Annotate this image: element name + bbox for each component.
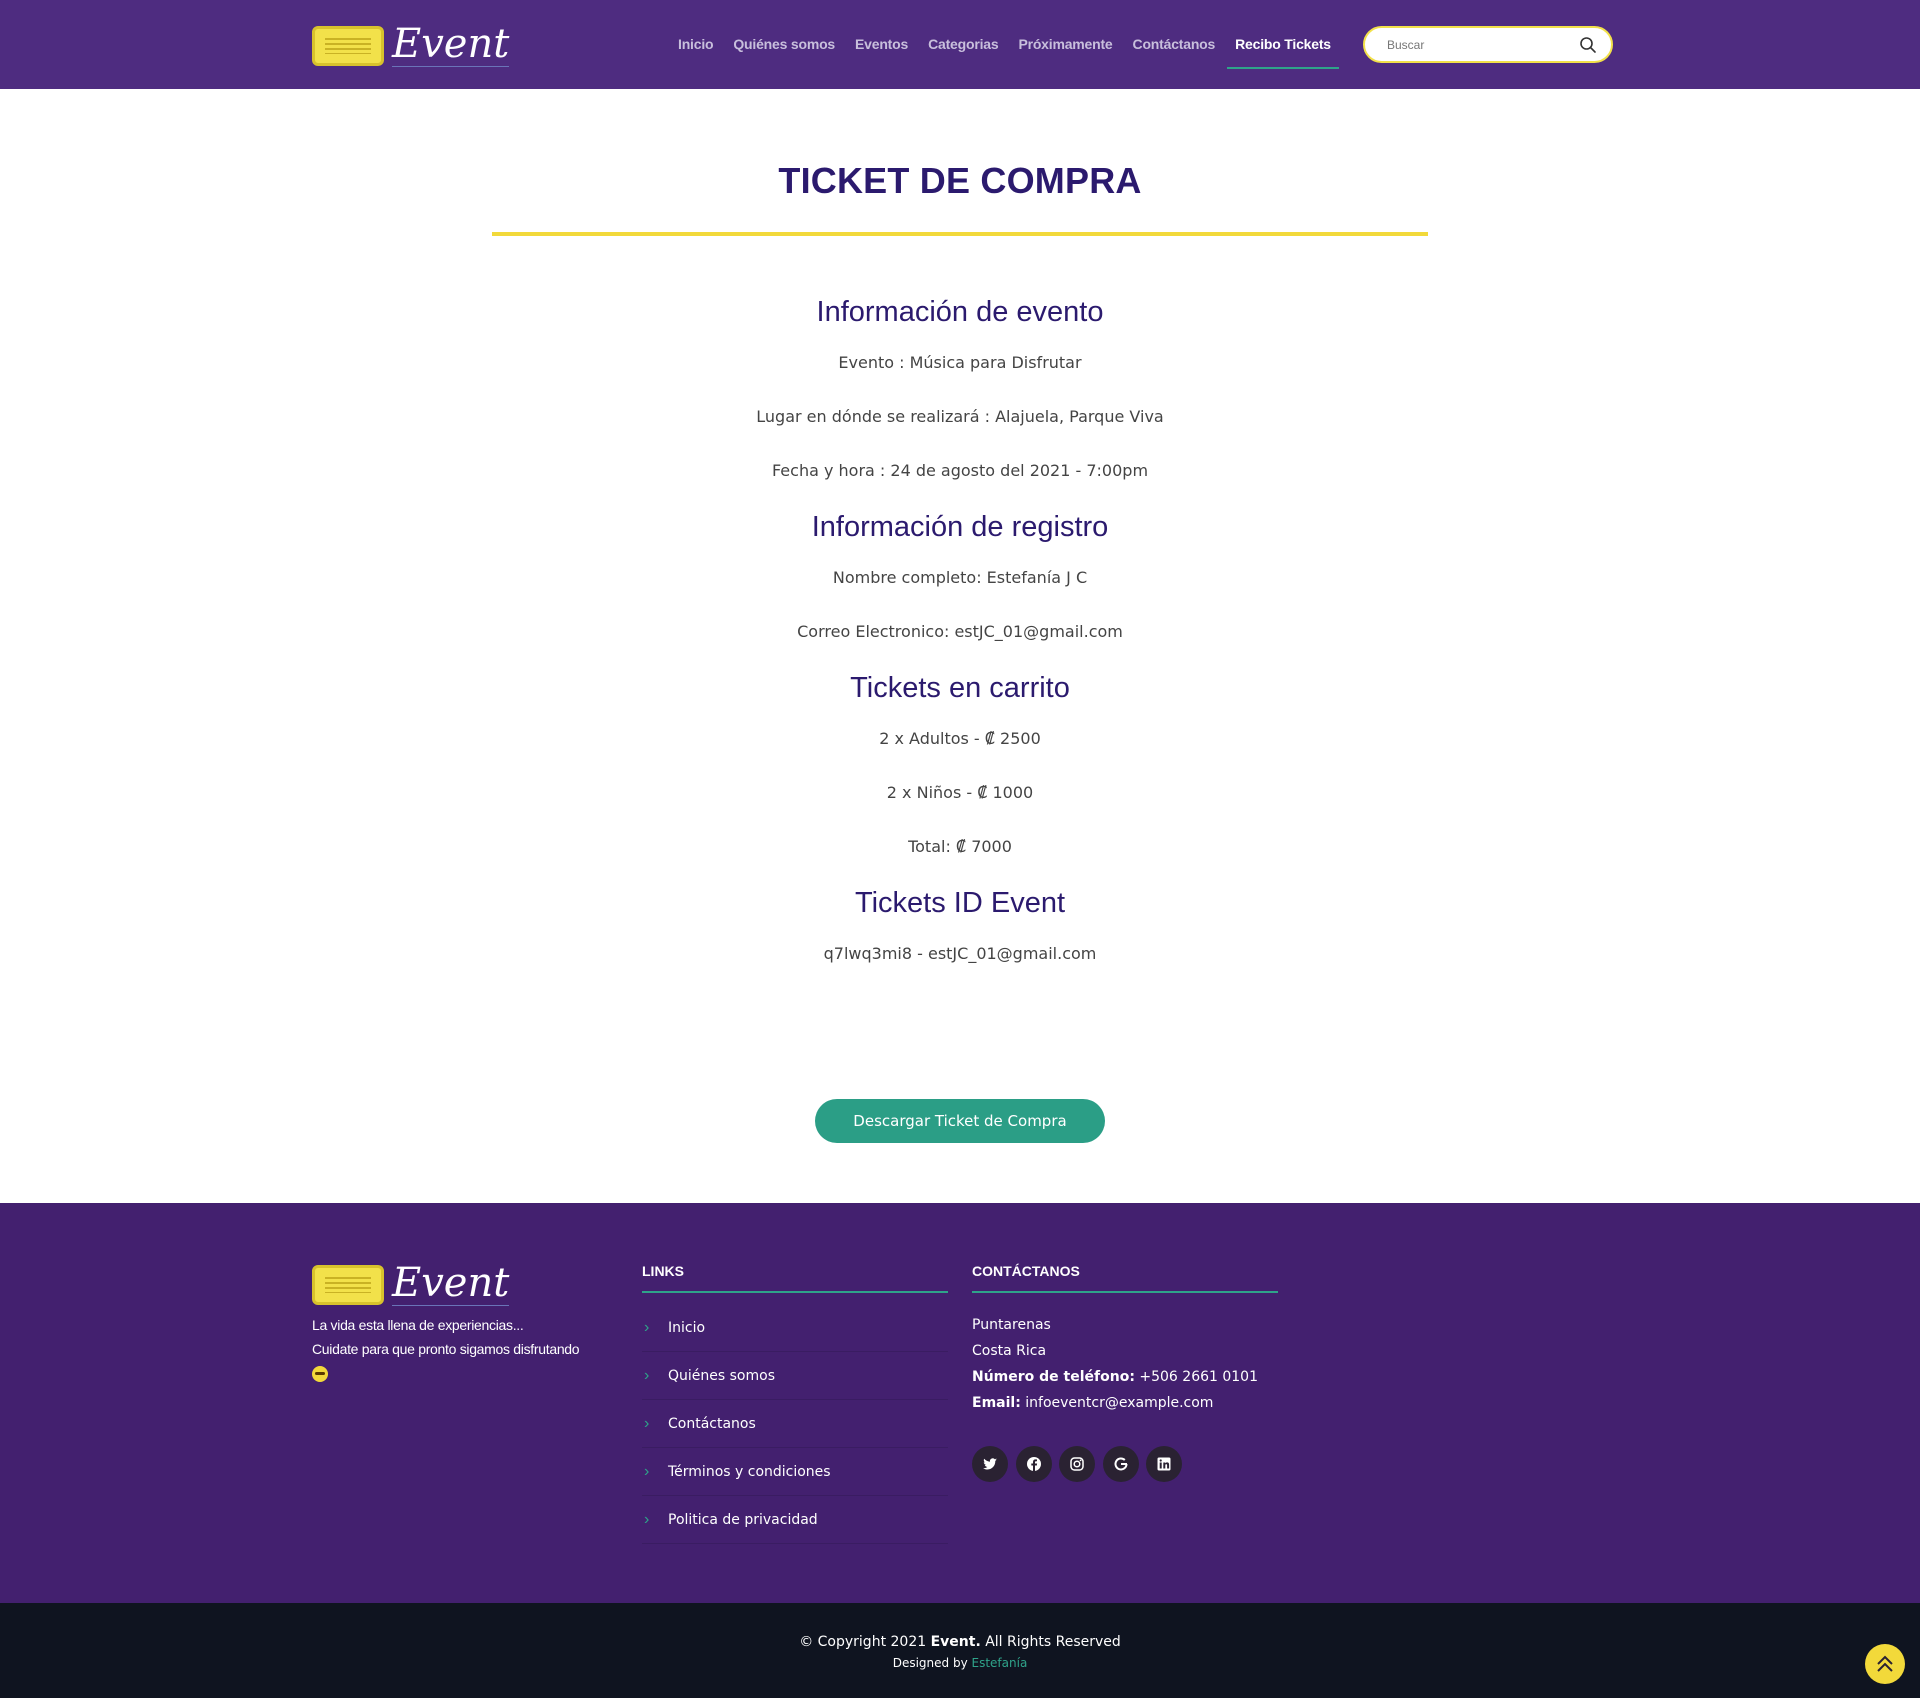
- designed-by-label: Designed by: [892, 1656, 968, 1670]
- nav-proximamente[interactable]: Próximamente: [1008, 0, 1122, 89]
- grinning-emoji-icon: [312, 1366, 328, 1383]
- nav-eventos[interactable]: Eventos: [845, 0, 918, 89]
- registrant-name: Nombre completo: Estefanía J C: [832, 568, 1088, 587]
- back-to-top-button[interactable]: [1865, 1644, 1905, 1684]
- footer-link-label: Inicio: [668, 1319, 706, 1336]
- footer-link-contactanos[interactable]: › Contáctanos: [642, 1400, 948, 1448]
- copyright: © Copyright 2021 Event. All Rights Reser…: [0, 1634, 1920, 1650]
- nav-quienes-somos[interactable]: Quiénes somos: [723, 0, 845, 89]
- nav-contactanos[interactable]: Contáctanos: [1123, 0, 1226, 89]
- registrant-email: Correo Electronico: estJC_01@gmail.com: [797, 622, 1123, 641]
- twitter-icon[interactable]: [972, 1446, 1008, 1482]
- chevron-right-icon: ›: [644, 1510, 650, 1528]
- contact-country: Costa Rica: [972, 1343, 1047, 1359]
- facebook-icon[interactable]: [1016, 1446, 1052, 1482]
- cart-total: Total: ₡ 7000: [908, 837, 1012, 856]
- event-name: Evento : Música para Disfrutar: [838, 353, 1082, 372]
- cart-item-adults: 2 x Adultos - ₡ 2500: [879, 729, 1041, 748]
- footer-logo-text: Event: [392, 1260, 510, 1306]
- search-input[interactable]: [1365, 37, 1565, 52]
- tagline-line-2: Cuidate para que pronto sigamos disfruta…: [312, 1341, 580, 1357]
- footer-link-inicio[interactable]: › Inicio: [642, 1304, 948, 1352]
- ticket-logo-icon: [312, 25, 384, 66]
- designer-link[interactable]: Estefanía: [972, 1656, 1028, 1670]
- cart-heading: Tickets en carrito: [850, 672, 1070, 704]
- copyright-prefix: © Copyright 2021: [799, 1634, 927, 1650]
- contact-phone: Número de teléfono: +506 2661 0101: [972, 1369, 1258, 1385]
- title-divider: [492, 232, 1428, 236]
- ticket-id: q7lwq3mi8 - estJC_01@gmail.com: [823, 944, 1097, 963]
- ticket-logo-icon: [312, 1264, 384, 1305]
- nav-inicio[interactable]: Inicio: [668, 0, 723, 89]
- logo-text: Event: [392, 21, 510, 67]
- linkedin-icon[interactable]: [1146, 1446, 1182, 1482]
- links-heading: LINKS: [642, 1263, 684, 1279]
- event-place: Lugar en dónde se realizará : Alajuela, …: [756, 407, 1164, 426]
- footer-link-label: Contáctanos: [668, 1415, 756, 1432]
- footer-link-privacidad[interactable]: › Politica de privacidad: [642, 1496, 948, 1544]
- chevron-right-icon: ›: [644, 1318, 650, 1336]
- footer-link-terminos[interactable]: › Términos y condiciones: [642, 1448, 948, 1496]
- footer-link-label: Politica de privacidad: [668, 1511, 818, 1528]
- nav-recibo-tickets[interactable]: Recibo Tickets: [1225, 0, 1341, 89]
- contact-city: Puntarenas: [972, 1317, 1051, 1333]
- footer-link-label: Quiénes somos: [668, 1367, 775, 1384]
- google-icon[interactable]: [1103, 1446, 1139, 1482]
- site-footer: [0, 1203, 1920, 1603]
- footer-link-quienes-somos[interactable]: › Quiénes somos: [642, 1352, 948, 1400]
- contact-heading: CONTÁCTANOS: [972, 1263, 1080, 1279]
- copyright-suffix: All Rights Reserved: [985, 1634, 1121, 1650]
- email-value: infoeventcr@example.com: [1025, 1395, 1214, 1411]
- email-label: Email:: [972, 1395, 1021, 1411]
- search-icon[interactable]: [1579, 36, 1597, 54]
- search-box: [1363, 26, 1613, 63]
- phone-value: +506 2661 0101: [1139, 1369, 1259, 1385]
- links-divider: [642, 1291, 948, 1293]
- chevron-right-icon: ›: [644, 1414, 650, 1432]
- nav-categorias[interactable]: Categorias: [918, 0, 1008, 89]
- contact-divider: [972, 1291, 1278, 1293]
- registration-info-heading: Información de registro: [811, 511, 1109, 543]
- footer-tagline: La vida esta llena de experiencias... Cu…: [312, 1313, 580, 1385]
- page-title: TICKET DE COMPRA: [778, 160, 1142, 201]
- phone-label: Número de teléfono:: [972, 1369, 1135, 1385]
- chevron-right-icon: ›: [644, 1366, 650, 1384]
- site-header: Event Inicio Quiénes somos Eventos Categ…: [0, 0, 1920, 89]
- instagram-icon[interactable]: [1059, 1446, 1095, 1482]
- download-ticket-button[interactable]: Descargar Ticket de Compra: [815, 1099, 1105, 1143]
- contact-email: Email: infoeventcr@example.com: [972, 1395, 1213, 1411]
- footer-logo[interactable]: Event: [312, 1263, 509, 1306]
- bottom-bar: [0, 1603, 1920, 1698]
- double-chevron-up-icon: [1877, 1655, 1893, 1672]
- event-info-heading: Información de evento: [816, 296, 1104, 328]
- copyright-brand: Event.: [930, 1634, 981, 1650]
- tagline-line-1: La vida esta llena de experiencias...: [312, 1317, 524, 1333]
- site-logo[interactable]: Event: [312, 24, 509, 67]
- footer-link-label: Términos y condiciones: [668, 1463, 831, 1480]
- event-date: Fecha y hora : 24 de agosto del 2021 - 7…: [771, 461, 1149, 480]
- cart-item-kids: 2 x Niños - ₡ 1000: [886, 783, 1034, 802]
- chevron-right-icon: ›: [644, 1462, 650, 1480]
- main-nav: Inicio Quiénes somos Eventos Categorias …: [668, 0, 1341, 89]
- designed-by: Designed by Estefanía: [0, 1656, 1920, 1670]
- ticket-ids-heading: Tickets ID Event: [854, 887, 1066, 919]
